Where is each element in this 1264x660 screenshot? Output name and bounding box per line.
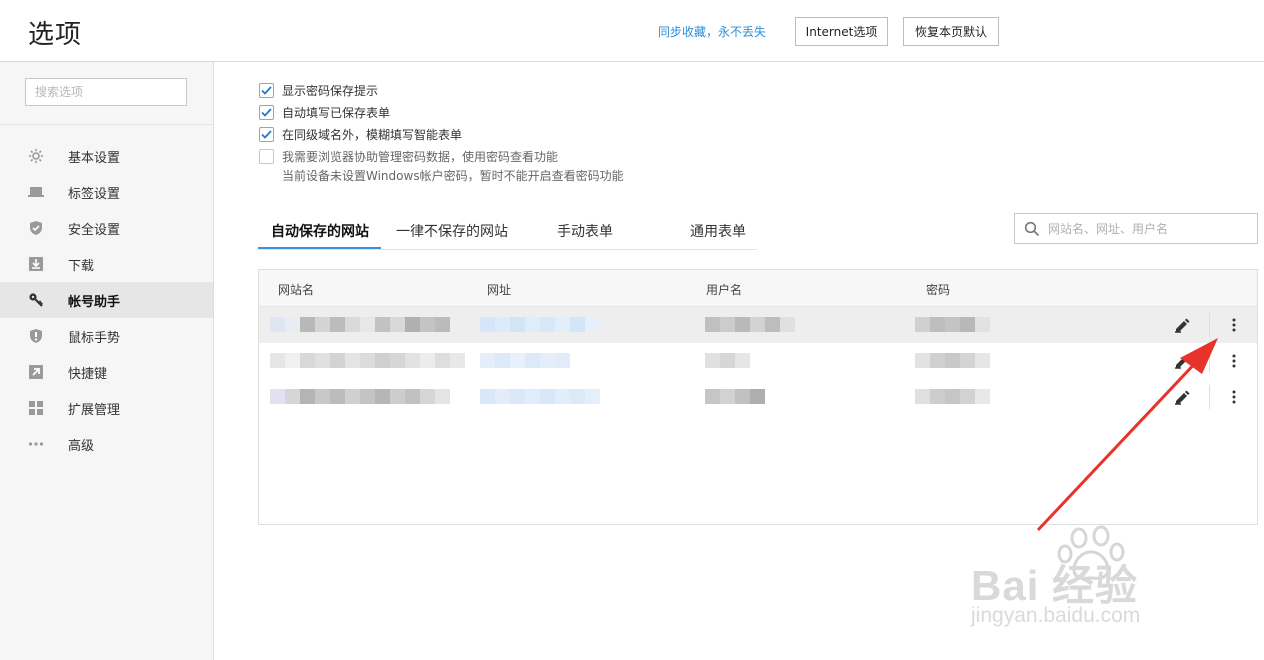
redacted-password (915, 353, 990, 368)
column-header-site-name: 网站名 (278, 283, 315, 297)
vertical-dots-icon (1232, 318, 1236, 332)
tab-auto-saved-sites[interactable]: 自动保存的网站 (271, 212, 369, 250)
shield-check-icon (28, 220, 44, 236)
sidebar-item-label: 基本设置 (68, 150, 121, 166)
tab-never-save-sites[interactable]: 一律不保存的网站 (396, 212, 508, 250)
username-cell (705, 317, 795, 332)
username-cell (705, 353, 750, 368)
annotation-arrow-icon (1036, 338, 1218, 532)
sidebar-item-security[interactable]: 安全设置 (0, 210, 213, 246)
option-label: 自动填写已保存表单 (282, 106, 391, 120)
site-name-cell (270, 389, 450, 404)
redacted-site-name (270, 353, 465, 368)
shortcut-arrow-icon (28, 364, 44, 380)
sidebar-item-label: 标签设置 (68, 186, 121, 202)
column-header-url: 网址 (487, 283, 512, 297)
password-cell (915, 353, 990, 368)
sidebar-item-tabs[interactable]: 标签设置 (0, 174, 213, 210)
shield-exclamation-icon (28, 328, 44, 344)
vertical-dots-icon (1232, 390, 1236, 404)
option-label: 显示密码保存提示 (282, 84, 379, 98)
redacted-url (480, 353, 570, 368)
tabs-divider (258, 249, 757, 250)
sidebar-item-label: 鼠标手势 (68, 330, 121, 346)
sidebar-item-label: 安全设置 (68, 222, 121, 238)
sidebar-item-extensions[interactable]: 扩展管理 (0, 390, 213, 426)
password-cell (915, 317, 990, 332)
option-show-password-prompt[interactable]: 显示密码保存提示 (259, 82, 378, 99)
tab-manual-forms[interactable]: 手动表单 (557, 212, 613, 250)
sidebar-divider (0, 124, 213, 125)
page-title: 选项 (28, 20, 83, 50)
watermark-url: jingyan.baidu.com (971, 604, 1141, 627)
redacted-url (480, 317, 600, 332)
sync-favorites-link[interactable]: 同步收藏，永不丢失 (658, 23, 766, 40)
checkbox[interactable] (259, 127, 274, 142)
option-note: 当前设备未设置Windows帐户密码，暂时不能开启查看密码功能 (282, 169, 624, 183)
redacted-password (915, 389, 990, 404)
sidebar-item-label: 下载 (68, 258, 95, 274)
sidebar-item-mouse-gestures[interactable]: 鼠标手势 (0, 318, 213, 354)
redacted-url (480, 389, 600, 404)
option-password-manager[interactable]: 我需要浏览器协助管理密码数据，使用密码查看功能 (259, 148, 558, 165)
option-label: 在同级域名外，模糊填写智能表单 (282, 128, 463, 142)
sidebar-item-label: 帐号助手 (68, 294, 121, 310)
key-icon (28, 292, 44, 308)
gear-icon (28, 148, 44, 164)
sidebar-item-label: 扩展管理 (68, 402, 121, 418)
sidebar-item-advanced[interactable]: 高级 (0, 426, 213, 462)
options-search-input[interactable] (25, 78, 187, 106)
checkmark-icon (261, 86, 272, 95)
option-autofill-forms[interactable]: 自动填写已保存表单 (259, 104, 390, 121)
baidu-jingyan-watermark: Bai 经验 jingyan.baidu.com (965, 520, 1205, 640)
redacted-username (705, 317, 795, 332)
redacted-site-name (270, 317, 450, 332)
password-cell (915, 389, 990, 404)
vertical-dots-icon (1232, 354, 1236, 368)
option-label: 我需要浏览器协助管理密码数据，使用密码查看功能 (282, 150, 559, 164)
site-name-cell (270, 353, 465, 368)
redacted-username (705, 389, 765, 404)
site-search[interactable] (1014, 213, 1258, 244)
download-icon (28, 256, 44, 272)
site-name-cell (270, 317, 450, 332)
url-cell (480, 389, 600, 404)
username-cell (705, 389, 765, 404)
sidebar-item-download[interactable]: 下载 (0, 246, 213, 282)
sidebar-item-shortcuts[interactable]: 快捷键 (0, 354, 213, 390)
column-header-password: 密码 (926, 283, 951, 297)
restore-defaults-button[interactable]: 恢复本页默认 (903, 17, 999, 46)
table-header: 网站名 网址 用户名 密码 (259, 270, 1257, 307)
redacted-password (915, 317, 990, 332)
redacted-username (705, 353, 750, 368)
site-tabs: 自动保存的网站 一律不保存的网站 手动表单 通用表单 (258, 212, 758, 250)
header: 选项 同步收藏，永不丢失 Internet选项 恢复本页默认 (0, 0, 1264, 62)
checkbox[interactable] (259, 149, 274, 164)
sidebar-nav: 基本设置 标签设置 安全设置 下载 帐号助手 鼠标手势 快捷键 扩展管理 高级 (0, 138, 213, 462)
sidebar-item-label: 高级 (68, 438, 95, 454)
more-dots-icon (28, 436, 44, 452)
site-search-input[interactable] (1048, 221, 1257, 236)
checkmark-icon (261, 108, 272, 117)
grid-icon (28, 400, 44, 416)
checkbox[interactable] (259, 83, 274, 98)
url-cell (480, 353, 570, 368)
search-icon (1024, 221, 1040, 236)
sidebar: 基本设置 标签设置 安全设置 下载 帐号助手 (0, 62, 214, 660)
sidebar-item-basic[interactable]: 基本设置 (0, 138, 213, 174)
tab-common-forms[interactable]: 通用表单 (690, 212, 746, 250)
sidebar-item-account-assistant[interactable]: 帐号助手 (0, 282, 213, 318)
column-header-username: 用户名 (706, 283, 743, 297)
sidebar-item-label: 快捷键 (68, 366, 108, 382)
checkmark-icon (261, 130, 272, 139)
internet-options-button[interactable]: Internet选项 (795, 17, 888, 46)
url-cell (480, 317, 600, 332)
redacted-site-name (270, 389, 450, 404)
option-fuzzy-fill[interactable]: 在同级域名外，模糊填写智能表单 (259, 126, 462, 143)
tab-icon (28, 184, 44, 200)
checkbox[interactable] (259, 105, 274, 120)
